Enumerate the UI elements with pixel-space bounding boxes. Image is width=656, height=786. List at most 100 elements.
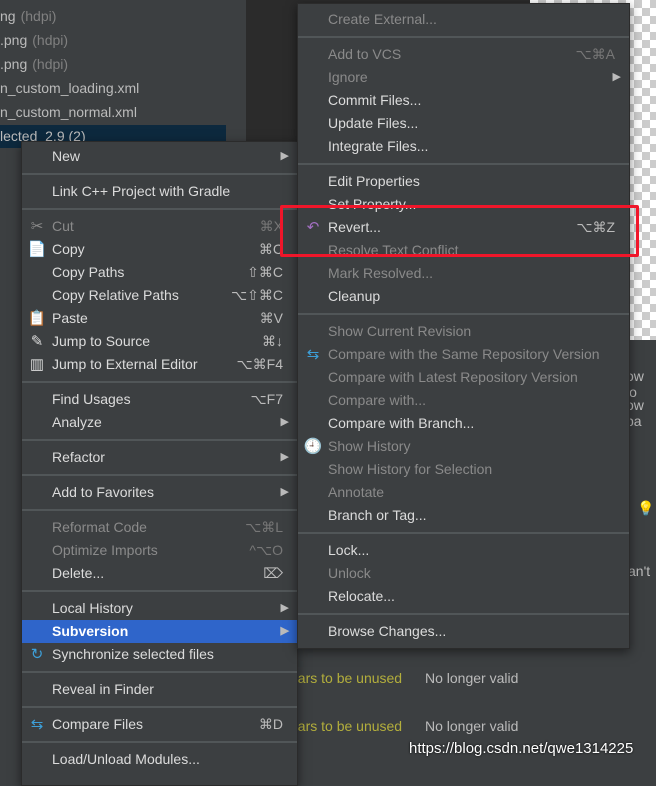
menu-item-paste[interactable]: 📋 Paste ⌘V xyxy=(22,307,297,330)
menu-item-branch-or-tag[interactable]: Branch or Tag... xyxy=(298,504,629,527)
menu-item-find-usages[interactable]: Find Usages ⌥F7 xyxy=(22,388,297,411)
menu-separator xyxy=(22,434,297,446)
menu-item-copy-paths[interactable]: Copy Paths ⇧⌘C xyxy=(22,261,297,284)
context-menu: New ▶ Link C++ Project with Gradle ✂ Cut ⌘X 📄 C… xyxy=(21,141,298,786)
menu-item-label: Load/Unload Modules... xyxy=(52,751,200,767)
submenu-arrow-icon: ▶ xyxy=(280,451,289,463)
menu-item-label: Local History xyxy=(52,600,133,616)
tree-item[interactable]: n_custom_loading.xml xyxy=(0,77,139,100)
menu-item-label: Jump to Source xyxy=(52,333,151,349)
menu-item-update-files[interactable]: Update Files... xyxy=(298,112,629,135)
menu-item-relocate[interactable]: Relocate... xyxy=(298,585,629,608)
tree-item-label: n_custom_normal.xml xyxy=(0,104,137,120)
tree-item-label: .png xyxy=(0,56,28,72)
lightbulb-icon[interactable]: 💡 xyxy=(637,500,654,517)
menu-item-label: New xyxy=(52,148,81,164)
menu-item-cut[interactable]: ✂ Cut ⌘X xyxy=(22,215,297,238)
menu-item-show-history-for-selection[interactable]: Show History for Selection xyxy=(298,458,629,481)
menu-item-copy[interactable]: 📄 Copy ⌘C xyxy=(22,238,297,261)
shortcut-label: ^⌥O xyxy=(249,542,283,558)
menu-item-lock[interactable]: Lock... xyxy=(298,539,629,562)
menu-item-cleanup[interactable]: Cleanup xyxy=(298,285,629,308)
show-history-icon: 🕘 xyxy=(303,438,323,455)
submenu-arrow-icon: ▶ xyxy=(280,416,289,428)
menu-item-annotate[interactable]: Annotate xyxy=(298,481,629,504)
tree-item-label: ng xyxy=(0,8,16,24)
menu-item-synchronize-selected-files[interactable]: ↻ Synchronize selected files xyxy=(22,643,297,666)
menu-item-new[interactable]: New ▶ xyxy=(22,145,297,168)
menu-item-show-history[interactable]: 🕘 Show History xyxy=(298,435,629,458)
bg-text: ow pa xyxy=(626,397,644,429)
menu-item-link-c-project-with-gradle[interactable]: Link C++ Project with Gradle xyxy=(22,180,297,203)
menu-item-edit-properties[interactable]: Edit Properties xyxy=(298,170,629,193)
menu-separator xyxy=(22,469,297,481)
menu-item-ignore[interactable]: Ignore ▶ xyxy=(298,66,629,89)
compare-with-the-same-repository-version-icon: ⇆ xyxy=(306,346,320,363)
menu-item-unlock[interactable]: Unlock xyxy=(298,562,629,585)
menu-item-compare-files[interactable]: ⇆ Compare Files ⌘D xyxy=(22,713,297,736)
tree-item-hint: (hdpi) xyxy=(32,56,69,72)
menu-item-subversion[interactable]: Subversion ▶ xyxy=(22,620,297,643)
menu-item-label: Mark Resolved... xyxy=(328,265,434,281)
menu-item-label: Create External... xyxy=(328,11,437,27)
shortcut-label: ⇧⌘C xyxy=(247,264,283,280)
menu-item-jump-to-source[interactable]: ✎ Jump to Source ⌘↓ xyxy=(22,330,297,353)
menu-separator xyxy=(298,527,629,539)
tree-item[interactable]: n_custom_normal.xml xyxy=(0,101,137,124)
subversion-submenu: Create External... Add to VCS ⌥⌘A Ignore ▶ Co… xyxy=(297,3,630,649)
menu-item-compare-with-the-same-repository-version[interactable]: ⇆ Compare with the Same Repository Versio… xyxy=(298,343,629,366)
menu-item-delete[interactable]: Delete... ⌦ xyxy=(22,562,297,585)
menu-item-browse-changes[interactable]: Browse Changes... xyxy=(298,620,629,643)
shortcut-label: ⌥⇧⌘C xyxy=(231,287,283,303)
menu-item-label: Commit Files... xyxy=(328,92,422,108)
menu-item-add-to-favorites[interactable]: Add to Favorites ▶ xyxy=(22,481,297,504)
submenu-arrow-icon: ▶ xyxy=(612,71,621,83)
menu-item-create-external[interactable]: Create External... xyxy=(298,8,629,31)
menu-item-jump-to-external-editor[interactable]: ▥ Jump to External Editor ⌥⌘F4 xyxy=(22,353,297,376)
menu-item-local-history[interactable]: Local History ▶ xyxy=(22,597,297,620)
menu-item-optimize-imports[interactable]: Optimize Imports ^⌥O xyxy=(22,539,297,562)
menu-item-label: Compare Files xyxy=(52,716,144,732)
menu-item-label: Add to VCS xyxy=(328,46,402,62)
jump-to-external-editor-icon: ▥ xyxy=(29,356,45,373)
menu-item-compare-with-branch[interactable]: Compare with Branch... xyxy=(298,412,629,435)
cut-icon: ✂ xyxy=(30,218,44,235)
menu-item-commit-files[interactable]: Commit Files... xyxy=(298,89,629,112)
menu-item-show-current-revision[interactable]: Show Current Revision xyxy=(298,320,629,343)
menu-item-compare-with-latest-repository-version[interactable]: Compare with Latest Repository Version xyxy=(298,366,629,389)
menu-item-label: Reformat Code xyxy=(52,519,147,535)
menu-item-reveal-in-finder[interactable]: Reveal in Finder xyxy=(22,678,297,701)
copy-icon: 📄 xyxy=(27,241,47,258)
menu-item-label: Show History for Selection xyxy=(328,461,493,477)
shortcut-label: ⌥F7 xyxy=(250,391,283,407)
jump-to-source-icon: ✎ xyxy=(30,333,44,350)
shortcut-label: ⌥⌘F4 xyxy=(236,356,283,372)
menu-item-label: Ignore xyxy=(328,69,368,85)
menu-item-compare-with[interactable]: Compare with... xyxy=(298,389,629,412)
tree-item[interactable]: .png (hdpi) xyxy=(0,29,68,52)
menu-item-load-unload-modules[interactable]: Load/Unload Modules... xyxy=(22,748,297,771)
menu-item-label: Optimize Imports xyxy=(52,542,158,558)
menu-item-label: Copy Paths xyxy=(52,264,125,280)
menu-item-refactor[interactable]: Refactor ▶ xyxy=(22,446,297,469)
menu-item-integrate-files[interactable]: Integrate Files... xyxy=(298,135,629,158)
menu-separator xyxy=(298,31,629,43)
menu-separator xyxy=(22,701,297,713)
menu-item-reformat-code[interactable]: Reformat Code ⌥⌘L xyxy=(22,516,297,539)
menu-item-analyze[interactable]: Analyze ▶ xyxy=(22,411,297,434)
menu-item-label: Link C++ Project with Gradle xyxy=(52,183,231,199)
synchronize-selected-files-icon: ↻ xyxy=(30,646,44,663)
menu-item-add-to-vcs[interactable]: Add to VCS ⌥⌘A xyxy=(298,43,629,66)
menu-item-mark-resolved[interactable]: Mark Resolved... xyxy=(298,262,629,285)
tree-item[interactable]: .png (hdpi) xyxy=(0,53,68,76)
menu-item-label: Synchronize selected files xyxy=(52,646,214,662)
submenu-arrow-icon: ▶ xyxy=(280,150,289,162)
menu-item-label: Annotate xyxy=(328,484,385,500)
tree-item[interactable]: ng (hdpi) xyxy=(0,5,56,28)
status-text: No longer valid xyxy=(425,718,519,734)
tree-item-label: n_custom_loading.xml xyxy=(0,80,140,96)
menu-item-copy-relative-paths[interactable]: Copy Relative Paths ⌥⇧⌘C xyxy=(22,284,297,307)
menu-separator xyxy=(298,308,629,320)
shortcut-label: ⌥⌘A xyxy=(575,46,615,62)
menu-separator xyxy=(22,504,297,516)
